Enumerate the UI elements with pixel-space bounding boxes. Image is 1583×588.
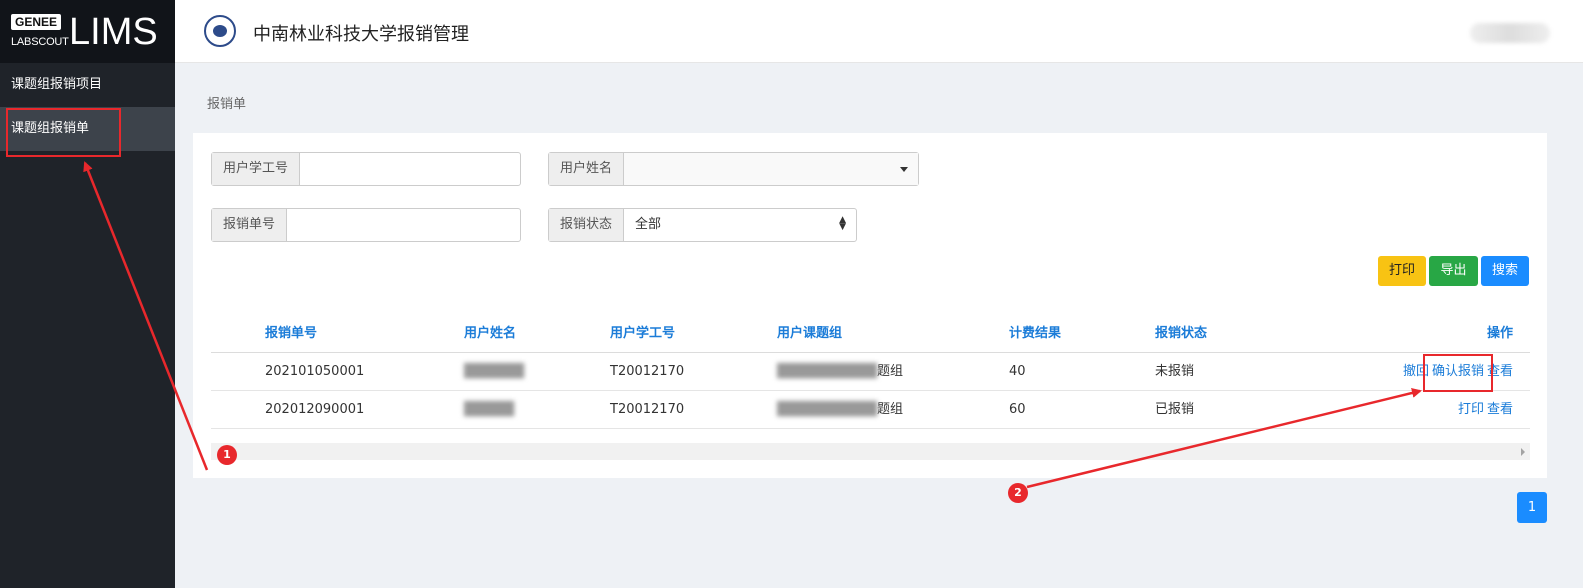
status-filter: 报销状态 全部 ▲ ▼: [548, 208, 857, 242]
user-menu[interactable]: [1470, 23, 1550, 43]
horizontal-scrollbar[interactable]: [211, 443, 1530, 460]
table-header-row: 报销单号 用户姓名 用户学工号 用户课题组 计费结果 报销状态 操作: [211, 315, 1530, 353]
order-no-cell: 202101050001: [265, 364, 365, 379]
table-row: 202012090001 █████ T20012170 ██████████题…: [211, 391, 1530, 429]
sidebar: GENEE LABSCOUT LIMS 课题组报销项目 课题组报销单: [0, 0, 175, 588]
user-group-cell: ██████████题组: [777, 364, 903, 379]
col-user-group[interactable]: 用户课题组: [777, 315, 842, 353]
table-row: 202101050001 ██████ T20012170 ██████████…: [211, 353, 1530, 391]
col-user-id[interactable]: 用户学工号: [610, 315, 675, 353]
logo-title: LIMS: [69, 11, 158, 53]
search-button[interactable]: 搜索: [1481, 256, 1529, 286]
user-id-filter: 用户学工号: [211, 152, 521, 186]
pagination-page-1[interactable]: 1: [1517, 492, 1547, 523]
status-value: 全部: [635, 217, 662, 232]
col-status[interactable]: 报销状态: [1155, 315, 1207, 353]
user-id-cell: T20012170: [610, 364, 685, 379]
fee-cell: 40: [1009, 364, 1026, 379]
status-cell: 已报销: [1155, 402, 1195, 417]
actions-cell: 打印 查看: [1455, 391, 1513, 429]
breadcrumb: 报销单: [207, 97, 247, 112]
order-no-cell: 202012090001: [265, 402, 365, 417]
annotation-box-confirm: [1423, 354, 1493, 392]
order-no-label: 报销单号: [212, 209, 288, 241]
annotation-marker-2: 2: [1008, 483, 1028, 503]
sidebar-item-reimbursement-projects[interactable]: 课题组报销项目: [0, 63, 175, 107]
reimbursement-table: 报销单号 用户姓名 用户学工号 用户课题组 计费结果 报销状态 操作 20210…: [211, 315, 1530, 429]
user-name-select[interactable]: [624, 153, 918, 185]
user-id-input[interactable]: [300, 153, 520, 185]
logo-badge: GENEE: [11, 14, 62, 30]
top-header: 中南林业科技大学报销管理: [175, 0, 1583, 63]
user-name-cell: █████: [464, 402, 514, 417]
page-title: 中南林业科技大学报销管理: [253, 24, 469, 45]
order-no-filter: 报销单号: [211, 208, 521, 242]
col-actions: 操作: [1486, 326, 1513, 341]
export-button[interactable]: 导出: [1429, 256, 1478, 286]
user-name-label: 用户姓名: [549, 153, 625, 185]
view-link[interactable]: 查看: [1487, 402, 1513, 417]
user-id-label: 用户学工号: [212, 153, 301, 185]
fee-cell: 60: [1009, 402, 1026, 417]
print-link[interactable]: 打印: [1458, 402, 1484, 417]
chevron-down-icon: [900, 167, 908, 172]
user-name-cell: ██████: [464, 364, 524, 379]
col-fee[interactable]: 计费结果: [1009, 315, 1061, 353]
user-group-cell: ██████████题组: [777, 402, 903, 417]
user-id-cell: T20012170: [610, 402, 685, 417]
status-select[interactable]: 全部 ▲ ▼: [624, 209, 856, 241]
print-button[interactable]: 打印: [1378, 256, 1426, 286]
status-label: 报销状态: [549, 209, 625, 241]
university-logo-icon: [204, 15, 236, 47]
status-cell: 未报销: [1155, 364, 1195, 379]
app-logo[interactable]: GENEE LABSCOUT LIMS: [0, 0, 175, 63]
order-no-input[interactable]: [287, 209, 520, 241]
annotation-marker-1: 1: [217, 445, 237, 465]
logo-subtitle: LABSCOUT: [11, 36, 69, 48]
col-user-name[interactable]: 用户姓名: [464, 315, 516, 353]
col-order-no[interactable]: 报销单号: [265, 315, 317, 353]
select-arrows-icon: ▲ ▼: [839, 215, 846, 232]
annotation-box-sidebar: [6, 108, 121, 157]
user-name-filter: 用户姓名: [548, 152, 919, 186]
scroll-right-icon[interactable]: [1521, 448, 1525, 456]
